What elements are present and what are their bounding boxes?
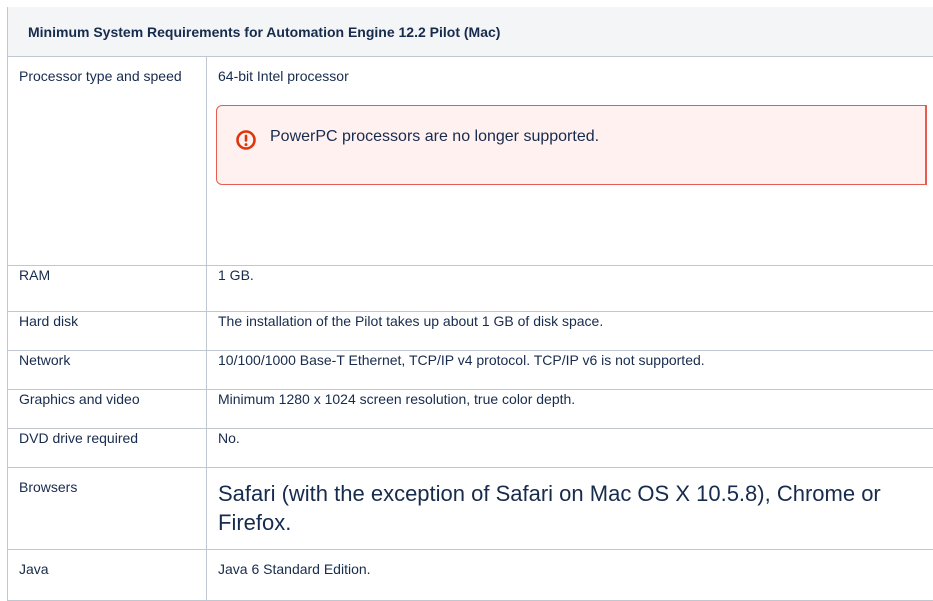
row-label-ram: RAM bbox=[8, 266, 207, 312]
warning-icon bbox=[235, 129, 257, 151]
row-value-java: Java 6 Standard Edition. bbox=[207, 550, 933, 601]
row-value-processor: 64-bit Intel processor PowerPC processor… bbox=[207, 57, 933, 266]
row-label-browsers: Browsers bbox=[8, 468, 207, 550]
table-row: Java Java 6 Standard Edition. bbox=[8, 550, 933, 601]
page: Minimum System Requirements for Automati… bbox=[0, 0, 933, 589]
row-label-graphics: Graphics and video bbox=[8, 390, 207, 429]
table-row: Browsers Safari (with the exception of S… bbox=[8, 468, 933, 550]
table-row: DVD drive required No. bbox=[8, 429, 933, 468]
table-title: Minimum System Requirements for Automati… bbox=[8, 7, 933, 57]
row-value-ram: 1 GB. bbox=[207, 266, 933, 312]
row-value-hard-disk: The installation of the Pilot takes up a… bbox=[207, 312, 933, 351]
table-row: Processor type and speed 64-bit Intel pr… bbox=[8, 57, 933, 266]
row-label-processor: Processor type and speed bbox=[8, 57, 207, 266]
table-row: Network 10/100/1000 Base-T Ethernet, TCP… bbox=[8, 351, 933, 390]
table-header-row: Minimum System Requirements for Automati… bbox=[8, 7, 933, 57]
table-row: RAM 1 GB. bbox=[8, 266, 933, 312]
processor-value-text: 64-bit Intel processor bbox=[218, 67, 923, 85]
row-value-network: 10/100/1000 Base-T Ethernet, TCP/IP v4 p… bbox=[207, 351, 933, 390]
row-value-browsers: Safari (with the exception of Safari on … bbox=[207, 468, 933, 550]
warning-panel: PowerPC processors are no longer support… bbox=[216, 105, 927, 185]
browsers-value-text: Safari (with the exception of Safari on … bbox=[218, 468, 923, 537]
row-label-hard-disk: Hard disk bbox=[8, 312, 207, 351]
row-value-graphics: Minimum 1280 x 1024 screen resolution, t… bbox=[207, 390, 933, 429]
row-label-network: Network bbox=[8, 351, 207, 390]
table-row: Graphics and video Minimum 1280 x 1024 s… bbox=[8, 390, 933, 429]
requirements-table: Minimum System Requirements for Automati… bbox=[7, 7, 933, 601]
warning-text: PowerPC processors are no longer support… bbox=[270, 126, 599, 148]
row-label-dvd: DVD drive required bbox=[8, 429, 207, 468]
row-label-java: Java bbox=[8, 550, 207, 601]
row-value-dvd: No. bbox=[207, 429, 933, 468]
table-row: Hard disk The installation of the Pilot … bbox=[8, 312, 933, 351]
